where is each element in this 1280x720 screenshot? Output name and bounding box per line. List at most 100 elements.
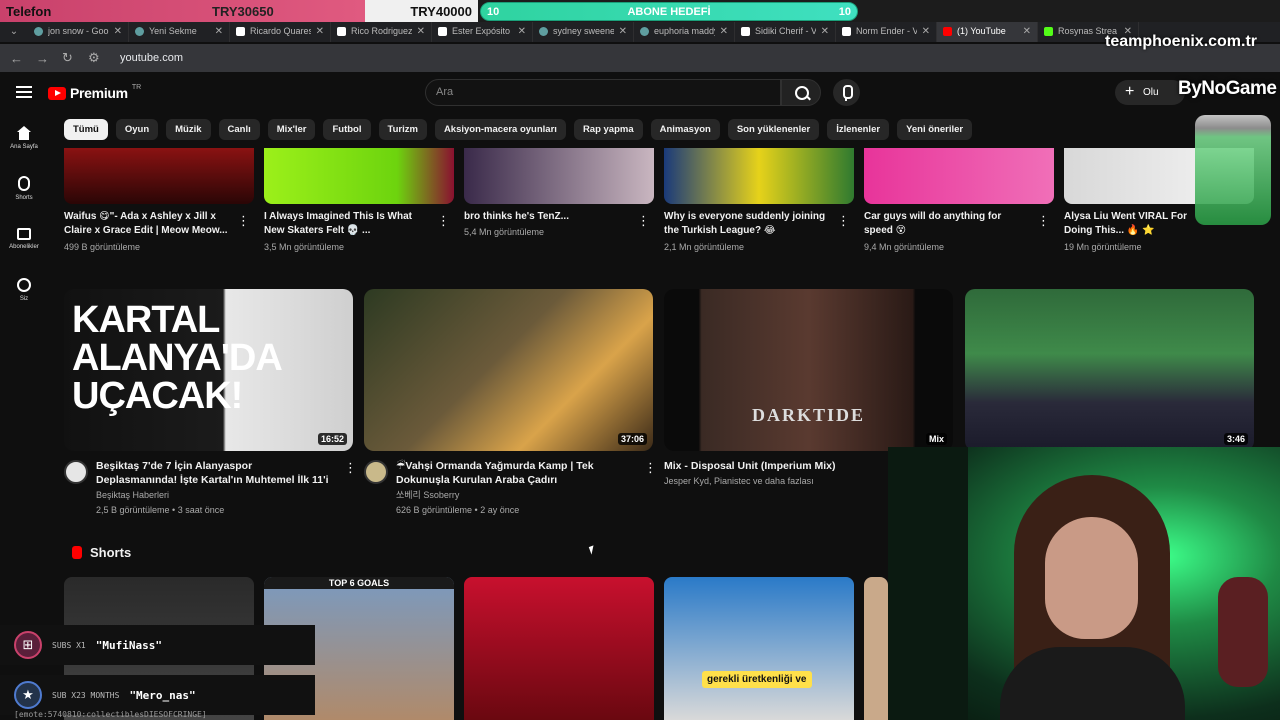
more-options-icon[interactable] <box>344 466 348 470</box>
close-icon[interactable]: ✕ <box>114 26 122 37</box>
webcam-face <box>1045 517 1138 639</box>
browser-tab[interactable]: Ricardo Quares ✕ <box>230 20 331 42</box>
thumbnail-text: KARTAL ALANYA'DA UÇACAK! <box>72 299 281 417</box>
close-icon[interactable]: ✕ <box>417 26 425 37</box>
create-button[interactable]: Olu <box>1115 79 1185 105</box>
video-thumbnail[interactable]: DARKTIDE Mix <box>664 289 953 451</box>
browser-tab[interactable]: Ester Expósito ✕ <box>432 20 533 42</box>
video-title[interactable]: Beşiktaş 7'de 7 İçin Alanyaspor Deplasma… <box>96 459 336 487</box>
video-thumbnail[interactable]: 37:06 <box>364 289 653 451</box>
sidebar-item-label: Shorts <box>15 195 33 201</box>
more-options-icon[interactable] <box>437 219 441 223</box>
video-thumbnail[interactable] <box>264 148 454 204</box>
browser-tab-strip: ⌄ jon snow - Goo ✕ Yeni Sekme ✕ Ricardo Qu… <box>0 20 1280 42</box>
browser-tab[interactable]: euphoria maddy ✕ <box>634 20 735 42</box>
close-icon[interactable]: ✕ <box>619 26 627 37</box>
chip[interactable]: Rap yapma <box>573 119 643 140</box>
tab-search-icon[interactable]: ⌄ <box>0 26 28 37</box>
google-icon <box>640 26 649 36</box>
site-info-icon[interactable]: ⚙ <box>88 50 100 66</box>
more-options-icon[interactable] <box>644 466 648 470</box>
webcam-guitar <box>1218 577 1268 687</box>
menu-icon[interactable] <box>16 86 32 98</box>
video-thumbnail[interactable] <box>664 148 854 204</box>
search-input[interactable]: Ara <box>425 79 781 106</box>
close-icon[interactable]: ✕ <box>922 26 930 37</box>
browser-tab-active[interactable]: (1) YouTube ✕ <box>937 20 1038 42</box>
browser-tab[interactable]: Sidiki Cherif - V ✕ <box>735 20 836 42</box>
short-thumbnail[interactable]: gerekli üretkenliği ve <box>664 577 854 720</box>
chip[interactable]: Oyun <box>115 119 159 140</box>
video-thumbnail[interactable] <box>64 148 254 204</box>
video-title[interactable]: ☔Vahşi Ormanda Yağmurda Kamp | Tek Dokun… <box>396 459 636 487</box>
channel-name[interactable]: Beşiktaş Haberleri <box>96 488 169 502</box>
back-icon[interactable]: ← <box>10 51 23 66</box>
webcam-chair <box>888 447 968 720</box>
browser-tab[interactable]: Rico Rodriguez ✕ <box>331 20 432 42</box>
youtube-logo[interactable]: Premium TR <box>48 84 141 101</box>
sidebar-item-subscriptions[interactable]: Abonelikler <box>0 228 48 250</box>
channel-name[interactable]: Jesper Kyd, Pianistec ve daha fazlası <box>664 474 814 488</box>
video-title[interactable]: I Always Imagined This Is What New Skate… <box>264 210 432 238</box>
video-title[interactable]: Car guys will do anything for speed 😵 <box>864 210 1032 238</box>
close-icon[interactable]: ✕ <box>518 26 526 37</box>
google-icon <box>539 26 548 36</box>
chip-all[interactable]: Tümü <box>64 119 108 140</box>
chip[interactable]: Son yüklenenler <box>727 119 820 140</box>
more-options-icon[interactable] <box>837 219 841 223</box>
sub-alert: ★ SUB X23 MONTHS "Mero_nas" <box>0 675 315 715</box>
video-thumbnail[interactable]: KARTAL ALANYA'DA UÇACAK! 16:52 <box>64 289 353 451</box>
more-options-icon[interactable] <box>237 219 241 223</box>
thumbnail-text: DARKTIDE <box>751 405 865 425</box>
close-icon[interactable]: ✕ <box>1023 26 1031 37</box>
channel-avatar[interactable] <box>64 460 88 484</box>
wikipedia-icon <box>438 26 447 36</box>
chip[interactable]: Animasyon <box>650 119 720 140</box>
browser-tab[interactable]: jon snow - Goo ✕ <box>28 20 129 42</box>
video-title[interactable]: bro thinks he's TenZ... <box>464 210 632 224</box>
close-icon[interactable]: ✕ <box>720 26 728 37</box>
reload-icon[interactable]: ↻ <box>62 50 74 66</box>
chip[interactable]: Mix'ler <box>267 119 316 140</box>
close-icon[interactable]: ✕ <box>215 26 223 37</box>
browser-tab[interactable]: Yeni Sekme ✕ <box>129 20 230 42</box>
wikipedia-icon <box>236 26 245 36</box>
close-icon[interactable]: ✕ <box>316 26 324 37</box>
video-thumbnail[interactable]: 3:46 <box>965 289 1254 451</box>
video-title[interactable]: Mix - Disposal Unit (Imperium Mix) <box>664 459 884 473</box>
url-field[interactable]: youtube.com <box>120 52 183 64</box>
chip[interactable]: İzlenenler <box>827 119 890 140</box>
chip[interactable]: Yeni öneriler <box>897 119 973 140</box>
more-options-icon[interactable] <box>637 219 641 223</box>
chip[interactable]: Futbol <box>323 119 371 140</box>
sidebar-item-home[interactable]: Ana Sayfa <box>0 126 48 150</box>
video-title[interactable]: Why is everyone suddenly joining the Tur… <box>664 210 832 238</box>
browser-tab[interactable]: Norm Ender - V ✕ <box>836 20 937 42</box>
close-icon[interactable]: ✕ <box>821 26 829 37</box>
chip[interactable]: Aksiyon-macera oyunları <box>434 119 566 140</box>
video-views: 2,1 Mn görüntüleme <box>664 242 745 252</box>
channel-avatar[interactable] <box>364 460 388 484</box>
logo-text: Premium <box>70 85 128 101</box>
microphone-icon[interactable] <box>833 79 860 106</box>
short-thumbnail[interactable] <box>864 577 888 720</box>
forward-icon[interactable]: → <box>36 51 49 66</box>
sidebar-item-you[interactable]: Siz <box>0 278 48 302</box>
donation-target-value: TRY40000 <box>410 4 472 19</box>
alert-user: "Mero_nas" <box>129 688 196 702</box>
sponsor-url-overlay: teamphoenix.com.tr <box>1105 33 1258 50</box>
more-options-icon[interactable] <box>1037 219 1041 223</box>
video-thumbnail[interactable] <box>864 148 1054 204</box>
browser-tab[interactable]: sydney sweene ✕ <box>533 20 634 42</box>
video-thumbnail[interactable] <box>464 148 654 204</box>
video-title[interactable]: Alysa Liu Went VIRAL For Doing This... 🔥… <box>1064 210 1214 238</box>
chip[interactable]: Turizm <box>378 119 427 140</box>
chip[interactable]: Müzik <box>166 119 211 140</box>
channel-name[interactable]: 쏘베리 Ssoberry <box>396 488 459 502</box>
search-icon[interactable] <box>781 79 821 106</box>
chip[interactable]: Canlı <box>218 119 260 140</box>
sidebar-item-shorts[interactable]: Shorts <box>0 176 48 201</box>
video-title[interactable]: Waifus 😋"- Ada x Ashley x Jill x Claire … <box>64 210 232 238</box>
youtube-icon <box>943 26 952 36</box>
short-thumbnail[interactable] <box>464 577 654 720</box>
